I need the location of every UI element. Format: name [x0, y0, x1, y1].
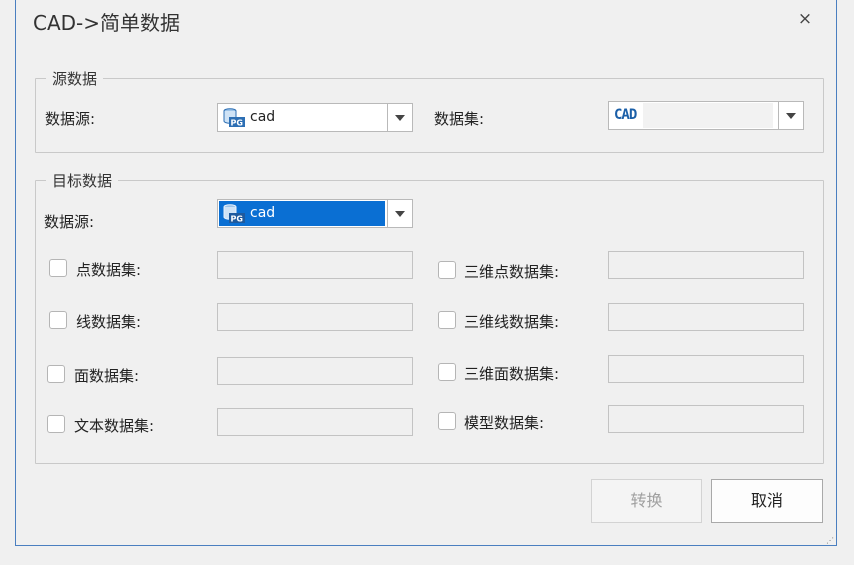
region-dataset-label: 面数据集: — [74, 367, 140, 385]
chevron-down-icon[interactable] — [387, 104, 412, 131]
source-dataset-combo[interactable]: CAD — [608, 101, 804, 130]
source-datasource-label: 数据源: — [45, 110, 96, 128]
point-dataset-checkbox[interactable] — [49, 259, 67, 277]
close-icon[interactable]: × — [792, 6, 818, 32]
chevron-down-icon[interactable] — [387, 200, 412, 227]
source-group-legend: 源数据 — [52, 70, 98, 88]
text-dataset-field[interactable] — [217, 408, 413, 436]
target-datasource-value: cad — [250, 205, 276, 221]
model-dataset-label: 模型数据集: — [464, 414, 545, 432]
dialog-window: CAD->简单数据 × 源数据 数据源: PG cad 数据集: CAD 目标数… — [15, 0, 837, 546]
line3d-dataset-checkbox[interactable] — [438, 311, 456, 329]
cancel-button[interactable]: 取消 — [711, 479, 823, 523]
model-dataset-checkbox[interactable] — [438, 412, 456, 430]
redacted-area — [643, 103, 773, 128]
svg-text:PG: PG — [231, 119, 243, 128]
target-group-legend: 目标数据 — [52, 172, 113, 190]
chevron-down-icon[interactable] — [778, 102, 803, 129]
line-dataset-label: 线数据集: — [76, 313, 142, 331]
model-dataset-field[interactable] — [608, 405, 804, 433]
target-datasource-combo[interactable]: PG cad — [217, 199, 413, 228]
text-dataset-label: 文本数据集: — [74, 417, 155, 435]
postgis-database-icon: PG — [223, 204, 245, 224]
svg-text:PG: PG — [231, 215, 243, 224]
region-dataset-checkbox[interactable] — [47, 365, 65, 383]
point3d-dataset-label: 三维点数据集: — [464, 263, 560, 281]
convert-button[interactable]: 转换 — [591, 479, 702, 523]
line-dataset-checkbox[interactable] — [49, 311, 67, 329]
region3d-dataset-label: 三维面数据集: — [464, 365, 560, 383]
source-dataset-label: 数据集: — [434, 110, 485, 128]
point-dataset-field[interactable] — [217, 251, 413, 279]
text-dataset-checkbox[interactable] — [47, 415, 65, 433]
source-dataset-value: CAD — [614, 107, 637, 123]
line3d-dataset-label: 三维线数据集: — [464, 313, 560, 331]
point3d-dataset-checkbox[interactable] — [438, 261, 456, 279]
point3d-dataset-field[interactable] — [608, 251, 804, 279]
target-datasource-label: 数据源: — [44, 213, 95, 231]
source-datasource-combo[interactable]: PG cad — [217, 103, 413, 132]
dialog-title: CAD->简单数据 — [33, 11, 181, 35]
line3d-dataset-field[interactable] — [608, 303, 804, 331]
region3d-dataset-checkbox[interactable] — [438, 363, 456, 381]
source-datasource-value: cad — [250, 109, 276, 125]
region-dataset-field[interactable] — [217, 357, 413, 385]
region3d-dataset-field[interactable] — [608, 355, 804, 383]
resize-grip-icon[interactable]: ⋰ — [826, 536, 852, 563]
line-dataset-field[interactable] — [217, 303, 413, 331]
point-dataset-label: 点数据集: — [76, 261, 142, 279]
postgis-database-icon: PG — [223, 108, 245, 128]
